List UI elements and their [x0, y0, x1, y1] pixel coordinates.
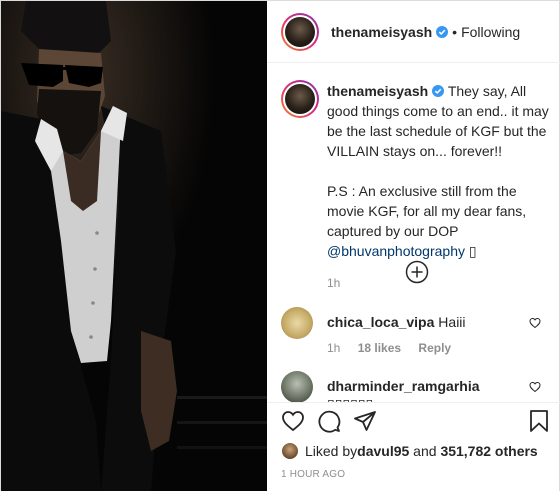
post-photo-art [1, 1, 267, 491]
caption-time[interactable]: 1h [327, 273, 551, 293]
liker-username[interactable]: davul95 [357, 443, 409, 459]
commenter-avatar[interactable] [281, 371, 313, 402]
post-container: thenameisyash • Following thenameisyash … [0, 0, 560, 491]
comment-likes[interactable]: 18 likes [358, 341, 401, 355]
comment-meta: 1h 18 likes Reply [327, 341, 465, 355]
commenter-username[interactable]: chica_loca_vipa [327, 314, 434, 330]
author-avatar[interactable] [281, 12, 319, 51]
caption-ps-text: P.S : An exclusive still from the movie … [327, 183, 527, 239]
liker-avatar[interactable] [281, 442, 299, 460]
header-separator: • [452, 23, 458, 40]
comment-icon[interactable] [317, 409, 341, 433]
caption-mention-link[interactable]: @bhuvanphotography [327, 243, 465, 259]
likes-prefix: Liked by [305, 443, 358, 459]
caption-avatar[interactable] [281, 80, 319, 118]
caption-emoji: ▯ [464, 243, 477, 259]
likes-conjunction: and [409, 443, 441, 459]
bookmark-icon[interactable] [527, 409, 551, 433]
commenter-avatar[interactable] [281, 307, 313, 339]
paper-plane-icon[interactable] [353, 409, 377, 433]
verified-badge-icon [432, 85, 445, 97]
post-header: thenameisyash • Following [267, 1, 560, 63]
caption-body: thenameisyash They say, All good things … [327, 81, 551, 293]
heart-icon[interactable] [529, 381, 541, 393]
comment-time[interactable]: 1h [327, 341, 340, 355]
post-side-panel: thenameisyash • Following thenameisyash … [267, 1, 560, 491]
action-icons-row [281, 409, 551, 439]
likes-count[interactable]: 351,782 others [440, 443, 537, 459]
likes-summary: Liked by davul95 and 351,782 others [281, 441, 538, 461]
post-actions: Liked by davul95 and 351,782 others 1 HO… [267, 402, 560, 491]
verified-badge-icon [436, 25, 449, 38]
heart-icon[interactable] [529, 317, 541, 329]
reply-button[interactable]: Reply [418, 341, 451, 355]
author-username[interactable]: thenameisyash [331, 24, 432, 40]
following-button[interactable]: Following [461, 24, 520, 40]
post-photo[interactable] [1, 1, 267, 491]
comments-section[interactable]: thenameisyash They say, All good things … [267, 64, 560, 402]
plus-circle-icon[interactable] [405, 260, 429, 284]
post-timestamp[interactable]: 1 HOUR AGO [281, 469, 345, 480]
comment-text: Haiii [438, 314, 466, 330]
commenter-username[interactable]: dharminder_ramgarhia [327, 378, 480, 394]
caption-username[interactable]: thenameisyash [327, 83, 428, 99]
heart-icon[interactable] [281, 409, 305, 433]
